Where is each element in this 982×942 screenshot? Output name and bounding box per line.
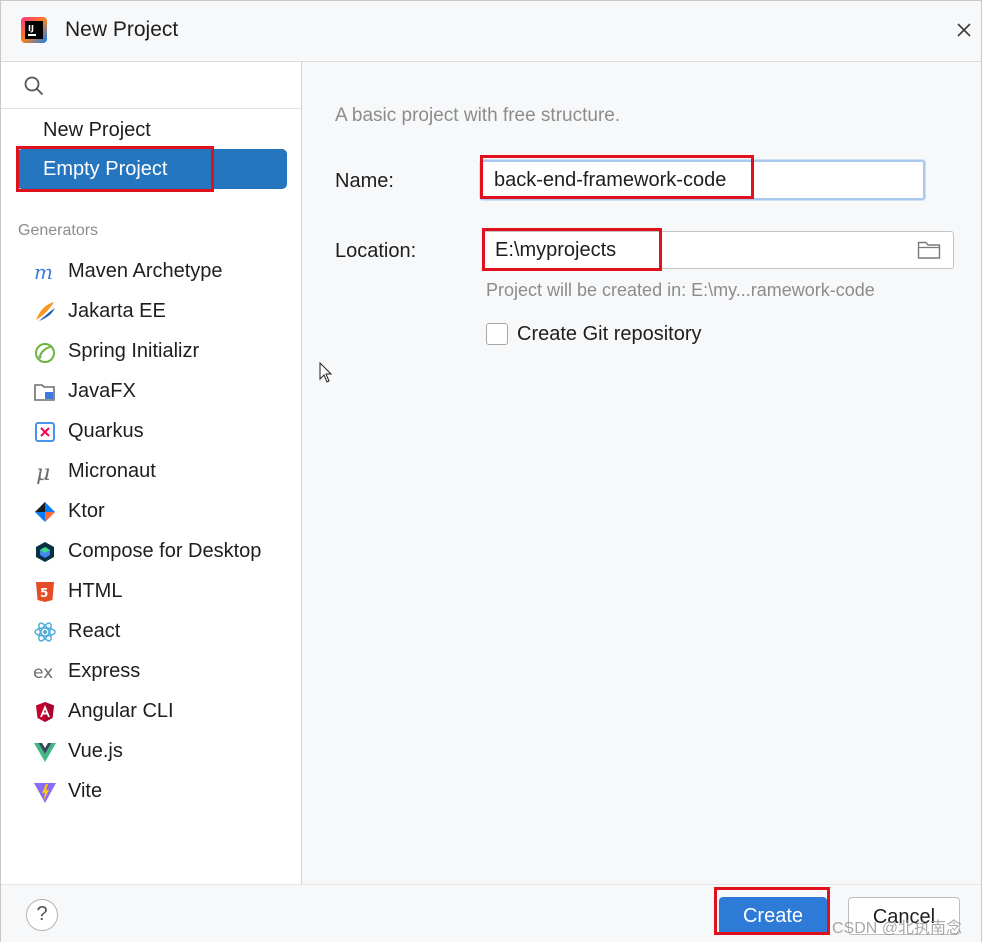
name-label: Name: [335,170,394,192]
spring-icon [35,343,55,363]
vue-icon [34,743,56,762]
svg-text:ex: ex [33,663,53,683]
create-button[interactable]: Create [719,897,827,935]
svg-text:m: m [34,260,53,284]
watermark: CSDN @北执南念 [832,920,963,937]
vite-icon [34,783,56,803]
title-bar: IJ New Project [1,1,981,62]
help-button[interactable]: ? [26,899,58,931]
express-icon: ex [33,663,53,683]
create-git-repository-checkbox[interactable] [486,323,508,345]
search-icon [24,76,44,96]
generator-jakarta-ee[interactable]: Jakarta EE [33,293,293,329]
location-value: E:\myprojects [495,239,617,261]
javafx-icon [34,384,55,401]
jakarta-ee-icon [36,302,55,321]
intellij-logo-icon: IJ [21,17,47,43]
svg-text:μ: μ [36,461,50,484]
search-input[interactable] [1,62,301,109]
generator-quarkus[interactable]: Quarkus [33,413,293,449]
dialog-title: New Project [65,18,179,41]
create-git-repository-label: Create Git repository [517,323,702,345]
folder-icon[interactable] [917,240,941,260]
generator-micronaut[interactable]: μ Micronaut [33,453,293,489]
maven-icon: m [34,260,53,284]
generator-vue-js[interactable]: Vue.js [33,733,293,769]
angular-icon [36,702,54,722]
generator-compose-for-desktop[interactable]: Compose for Desktop [33,533,293,569]
location-hint: Project will be created in: E:\my...rame… [486,280,875,300]
name-field[interactable]: back-end-framework-code [480,160,925,200]
sidebar-item-empty-project[interactable]: Empty Project [17,149,287,189]
generator-vite[interactable]: Vite [33,773,293,809]
sidebar-item-new-project[interactable]: New Project [17,110,287,150]
html5-icon: 5 [36,582,54,602]
ktor-icon [35,502,55,522]
generators-heading: Generators [18,222,99,239]
generator-javafx[interactable]: JavaFX [33,373,293,409]
new-project-dialog: IJ New Project New Project Empty Project… [0,0,982,942]
generator-angular-cli[interactable]: Angular CLI [33,693,293,729]
project-type-sidebar: New Project Empty Project Generators m M… [1,62,302,884]
project-settings-panel: A basic project with free structure. Nam… [302,62,981,884]
location-field[interactable]: E:\myprojects [482,231,954,269]
quarkus-icon [35,422,55,442]
generator-react[interactable]: React [33,613,293,649]
generator-spring-initializr[interactable]: Spring Initializr [33,333,293,369]
generator-ktor[interactable]: Ktor [33,493,293,529]
close-icon[interactable] [953,19,975,41]
mouse-pointer-icon [319,362,333,383]
svg-text:IJ: IJ [28,24,34,33]
sidebar-item-label: Empty Project [43,158,168,180]
react-icon [34,622,56,642]
location-label: Location: [335,240,417,262]
project-description: A basic project with free structure. [335,105,621,126]
generator-html[interactable]: 5 HTML [33,573,293,609]
sidebar-item-label: New Project [43,119,151,141]
micronaut-icon: μ [36,461,50,484]
svg-text:5: 5 [40,586,48,600]
generator-express[interactable]: ex Express [33,653,293,689]
generator-maven-archetype[interactable]: m Maven Archetype [33,253,293,289]
compose-icon [36,542,54,562]
